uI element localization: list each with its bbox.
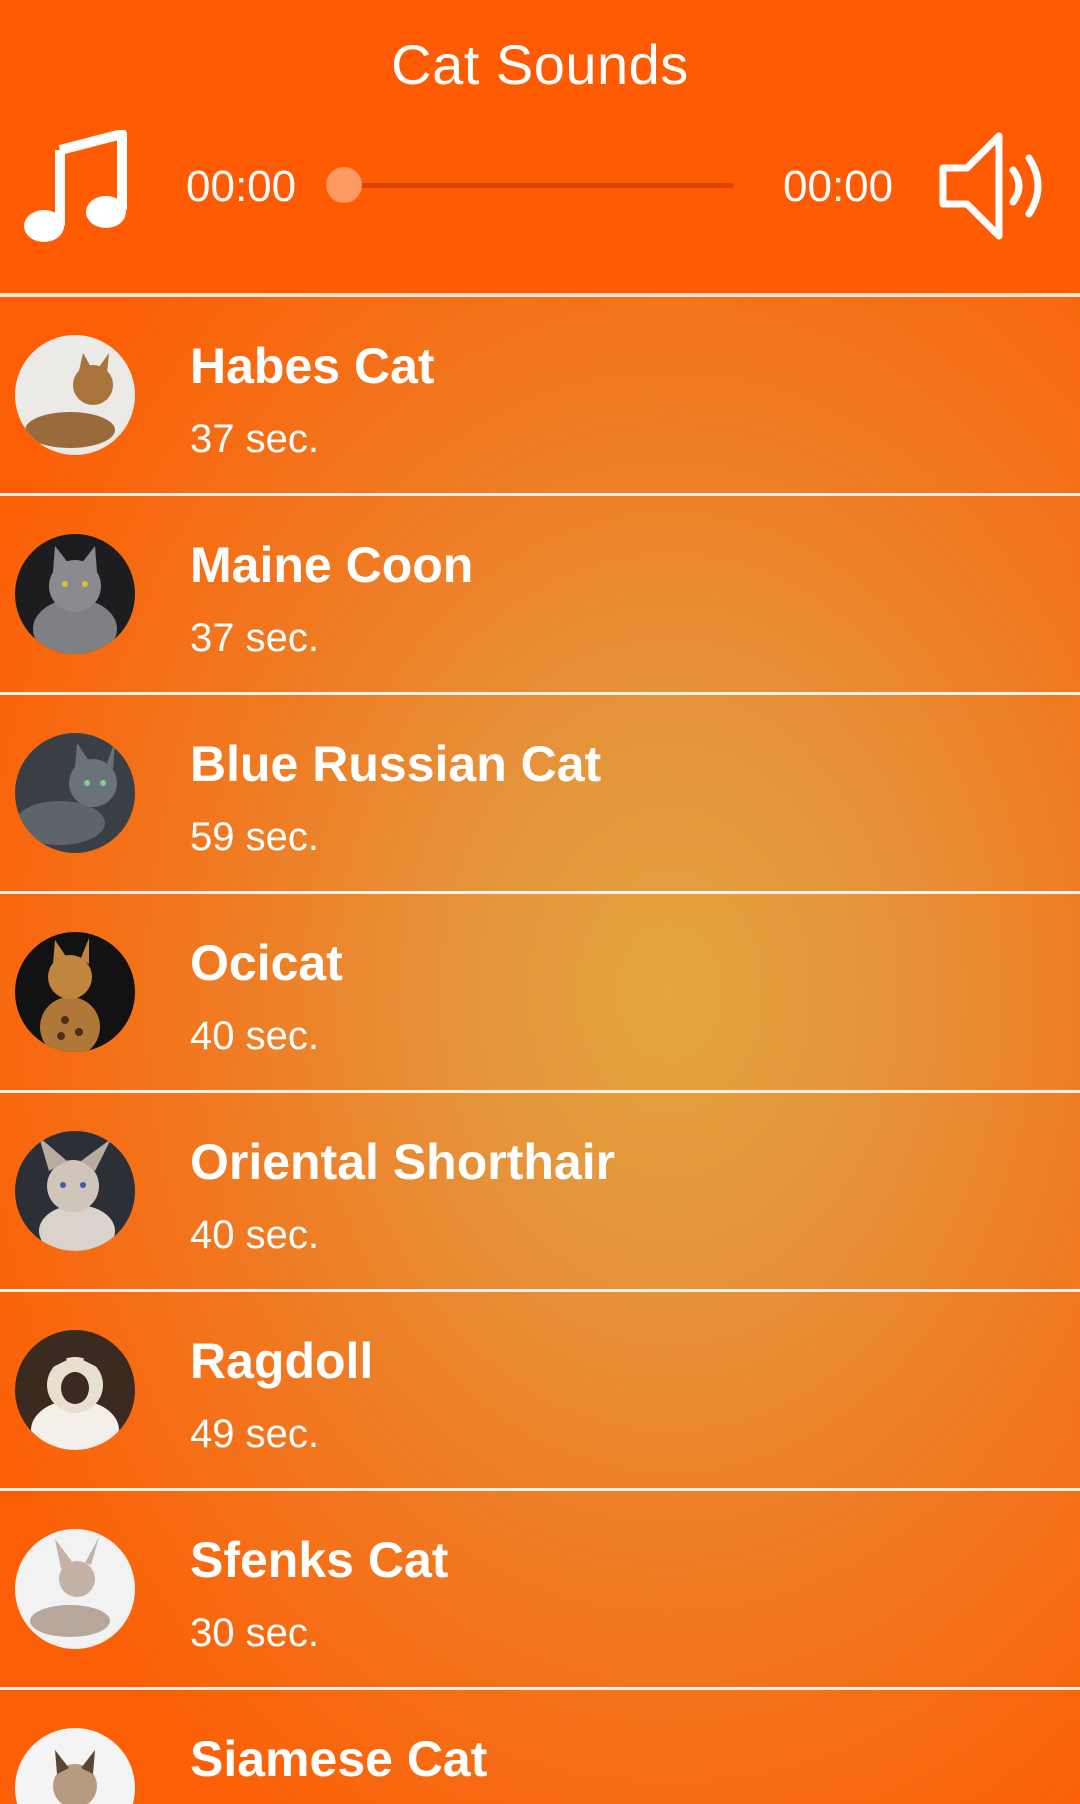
speaker-volume-icon[interactable] (937, 128, 1053, 244)
cat-name: Ocicat (190, 935, 343, 991)
cat-name: Blue Russian Cat (190, 736, 602, 792)
cat-avatar (15, 1131, 135, 1251)
list-item[interactable]: Maine Coon 37 sec. (0, 496, 1080, 695)
cat-avatar (15, 335, 135, 455)
cat-avatar (15, 932, 135, 1052)
music-note-icon[interactable] (22, 130, 130, 246)
cat-name: Oriental Shorthair (190, 1134, 616, 1190)
elapsed-time: 00:00 (186, 162, 297, 211)
list-item[interactable]: Habes Cat 37 sec. (0, 297, 1080, 496)
sound-duration: 30 sec. (190, 1611, 319, 1655)
cat-avatar (15, 534, 135, 654)
cat-avatar (15, 1529, 135, 1649)
cat-avatar (15, 733, 135, 853)
cat-name: Siamese Cat (190, 1731, 488, 1787)
list-item[interactable]: Siamese Cat (0, 1690, 1080, 1804)
cat-avatar (15, 1330, 135, 1450)
cat-sound-list: Habes Cat 37 sec. Maine Coon 37 sec. Blu… (0, 297, 1080, 1804)
player-header: Cat Sounds 00:00 00:00 (0, 0, 1080, 293)
sound-duration: 40 sec. (190, 1213, 319, 1257)
total-time: 00:00 (783, 162, 894, 211)
app-title: Cat Sounds (391, 33, 689, 96)
cat-name: Ragdoll (190, 1333, 374, 1389)
list-item[interactable]: Oriental Shorthair 40 sec. (0, 1093, 1080, 1292)
seek-thumb[interactable] (326, 167, 362, 203)
sound-duration: 37 sec. (190, 616, 319, 660)
cat-avatar (15, 1728, 135, 1804)
seek-bar[interactable] (343, 183, 734, 188)
list-item[interactable]: Ragdoll 49 sec. (0, 1292, 1080, 1491)
cat-name: Maine Coon (190, 537, 474, 593)
cat-name: Habes Cat (190, 338, 435, 394)
list-item[interactable]: Blue Russian Cat 59 sec. (0, 695, 1080, 894)
sound-duration: 49 sec. (190, 1412, 319, 1456)
sound-duration: 40 sec. (190, 1014, 319, 1058)
list-item[interactable]: Ocicat 40 sec. (0, 894, 1080, 1093)
list-item[interactable]: Sfenks Cat 30 sec. (0, 1491, 1080, 1690)
sound-duration: 59 sec. (190, 815, 319, 859)
sound-duration: 37 sec. (190, 417, 319, 461)
cat-name: Sfenks Cat (190, 1532, 449, 1588)
